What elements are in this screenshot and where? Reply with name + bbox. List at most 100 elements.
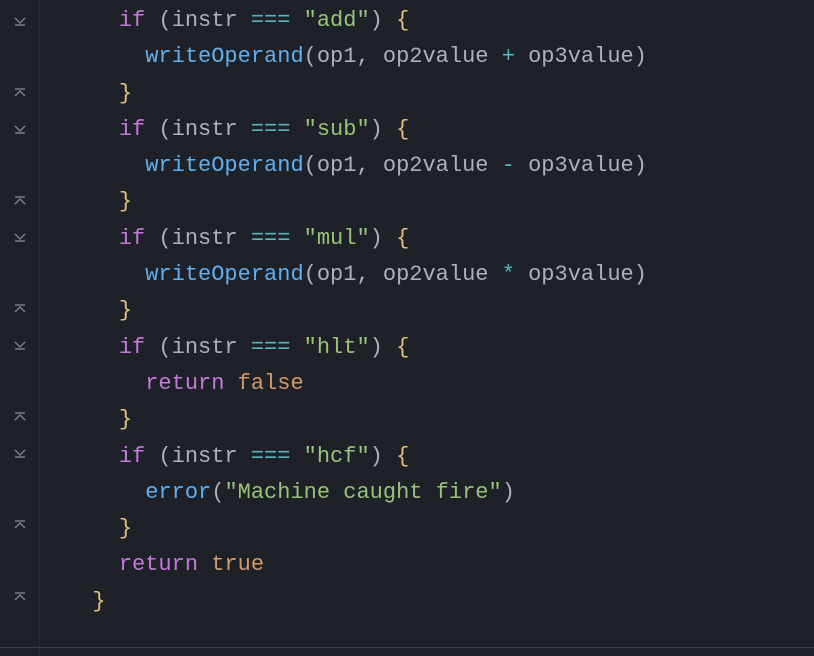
code-line[interactable]: }	[66, 511, 814, 547]
token-paren: )	[370, 335, 383, 360]
token-paren: )	[634, 44, 647, 69]
token-fn: writeOperand	[145, 262, 303, 287]
token-plain	[383, 117, 396, 142]
code-line[interactable]: if (instr === "mul") {	[66, 221, 814, 257]
code-line[interactable]: if (instr === "add") {	[66, 3, 814, 39]
code-line[interactable]: error("Machine caught fire")	[66, 475, 814, 511]
token-brace: {	[396, 335, 409, 360]
token-plain	[145, 117, 158, 142]
token-plain	[145, 226, 158, 251]
token-paren: (	[158, 226, 171, 251]
token-paren: (	[304, 153, 317, 178]
token-str: "add"	[304, 8, 370, 33]
token-brace: }	[119, 516, 132, 541]
code-line[interactable]: }	[66, 293, 814, 329]
token-plain	[238, 117, 251, 142]
token-str: "sub"	[304, 117, 370, 142]
code-line[interactable]: writeOperand(op1, op2value - op3value)	[66, 148, 814, 184]
token-plain	[383, 8, 396, 33]
code-line[interactable]: }	[66, 584, 814, 620]
token-paren: (	[158, 444, 171, 469]
code-line[interactable]: }	[66, 76, 814, 112]
token-plain	[370, 153, 383, 178]
code-line[interactable]: writeOperand(op1, op2value + op3value)	[66, 39, 814, 75]
token-plain	[489, 44, 502, 69]
token-paren: (	[158, 117, 171, 142]
token-fn: writeOperand	[145, 44, 303, 69]
token-brace: {	[396, 226, 409, 251]
fold-open-icon[interactable]	[13, 446, 27, 460]
token-op: +	[502, 44, 515, 69]
fold-close-icon[interactable]	[13, 86, 27, 100]
fold-open-icon[interactable]	[13, 338, 27, 352]
token-paren: )	[370, 444, 383, 469]
code-line[interactable]: if (instr === "hlt") {	[66, 330, 814, 366]
token-ident: op2value	[383, 44, 489, 69]
fold-open-icon[interactable]	[13, 14, 27, 28]
code-line[interactable]: }	[66, 184, 814, 220]
token-plain	[515, 44, 528, 69]
code-line[interactable]: if (instr === "sub") {	[66, 112, 814, 148]
token-ident: instr	[172, 117, 238, 142]
token-plain	[290, 226, 303, 251]
fold-close-icon[interactable]	[13, 518, 27, 532]
token-plain	[370, 262, 383, 287]
token-kw: if	[119, 444, 145, 469]
fold-close-icon[interactable]	[13, 194, 27, 208]
token-op: ===	[251, 444, 291, 469]
code-line[interactable]: if (instr === "hcf") {	[66, 439, 814, 475]
token-op: ===	[251, 8, 291, 33]
token-kw: if	[119, 226, 145, 251]
code-line[interactable]: writeOperand(op1, op2value * op3value)	[66, 257, 814, 293]
token-brace: }	[119, 407, 132, 432]
token-ident: op3value	[528, 44, 634, 69]
token-brace: }	[119, 189, 132, 214]
token-plain	[290, 444, 303, 469]
token-paren: (	[211, 480, 224, 505]
token-plain	[290, 8, 303, 33]
token-ident: instr	[172, 335, 238, 360]
fold-open-icon[interactable]	[13, 230, 27, 244]
token-kw: if	[119, 117, 145, 142]
token-plain	[238, 226, 251, 251]
token-brace: {	[396, 117, 409, 142]
token-ident: op2value	[383, 262, 489, 287]
token-brace: {	[396, 8, 409, 33]
token-op: ===	[251, 335, 291, 360]
token-comma: ,	[356, 44, 369, 69]
token-ident: op1	[317, 44, 357, 69]
code-area[interactable]: if (instr === "add") { writeOperand(op1,…	[40, 0, 814, 656]
code-editor: if (instr === "add") { writeOperand(op1,…	[0, 0, 814, 656]
token-str: "hlt"	[304, 335, 370, 360]
token-paren: (	[158, 8, 171, 33]
token-ident: op1	[317, 153, 357, 178]
token-plain	[145, 444, 158, 469]
token-bool: false	[238, 371, 304, 396]
token-paren: )	[634, 153, 647, 178]
token-plain	[224, 371, 237, 396]
token-paren: (	[304, 44, 317, 69]
token-ident: instr	[172, 226, 238, 251]
token-str: "Machine caught fire"	[224, 480, 501, 505]
token-paren: )	[370, 117, 383, 142]
fold-open-icon[interactable]	[13, 122, 27, 136]
code-line[interactable]: return true	[66, 547, 814, 583]
token-fn: writeOperand	[145, 153, 303, 178]
token-brace: {	[396, 444, 409, 469]
bottom-border	[0, 647, 814, 648]
code-line[interactable]: }	[66, 402, 814, 438]
token-plain	[383, 444, 396, 469]
token-plain	[290, 117, 303, 142]
fold-close-icon[interactable]	[13, 590, 27, 604]
token-op: -	[502, 153, 515, 178]
token-ident: op3value	[528, 262, 634, 287]
fold-close-icon[interactable]	[13, 302, 27, 316]
token-op: *	[502, 262, 515, 287]
token-plain	[515, 153, 528, 178]
fold-close-icon[interactable]	[13, 410, 27, 424]
token-paren: )	[370, 226, 383, 251]
token-paren: )	[370, 8, 383, 33]
code-line[interactable]: return false	[66, 366, 814, 402]
token-plain	[370, 44, 383, 69]
token-bool: true	[211, 552, 264, 577]
